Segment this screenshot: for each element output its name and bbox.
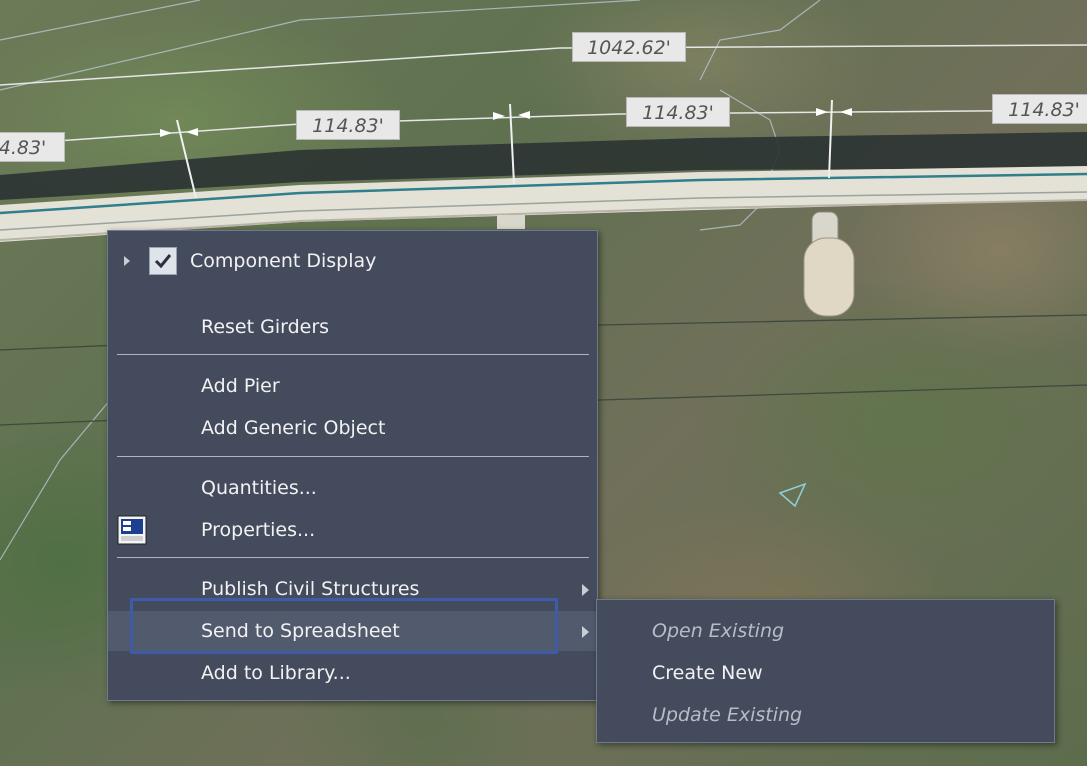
menu-item-label: Open Existing [652, 620, 785, 642]
submenu-arrow-icon [582, 584, 589, 596]
menu-item-label: Update Existing [652, 704, 803, 726]
span-dimension-label: 114.83' [992, 94, 1087, 124]
menu-separator [117, 456, 589, 457]
cursor-marker-icon [778, 482, 807, 508]
menu-separator [117, 354, 589, 355]
span-dimension-label-left: 4.83' [0, 132, 65, 162]
dimension-arrow [840, 108, 852, 116]
menu-item-add-pier[interactable]: Add Pier [108, 366, 597, 406]
checkbox-checked-icon[interactable] [149, 247, 177, 275]
menu-item-label: Properties... [201, 519, 316, 541]
menu-item-properties[interactable]: Properties... [108, 510, 597, 550]
menu-item-label: Quantities... [201, 477, 317, 499]
expand-arrow-icon[interactable] [124, 256, 130, 266]
properties-icon [117, 515, 147, 545]
menu-separator [117, 557, 589, 558]
menu-item-add-to-library[interactable]: Add to Library... [108, 653, 597, 693]
menu-item-label: Component Display [190, 250, 377, 272]
menu-item-label: Send to Spreadsheet [201, 620, 400, 642]
pier-footing [803, 211, 855, 317]
menu-item-add-generic-object[interactable]: Add Generic Object [108, 408, 597, 448]
span-dimension-label: 114.83' [626, 97, 730, 127]
submenu-item-create-new[interactable]: Create New [597, 653, 1054, 693]
menu-item-send-to-spreadsheet[interactable]: Send to Spreadsheet [108, 611, 597, 651]
parcel-line [0, 0, 201, 41]
submenu-item-update-existing[interactable]: Update Existing [597, 695, 1054, 735]
parcel-line [0, 0, 641, 91]
context-menu: Component Display Reset Girders Add Pier… [107, 230, 598, 701]
span-dimension-label: 114.83' [296, 110, 400, 140]
submenu-arrow-icon [582, 626, 589, 638]
menu-item-label: Reset Girders [201, 316, 330, 338]
dimension-arrow [160, 129, 172, 137]
send-to-spreadsheet-submenu: Open Existing Create New Update Existing [596, 599, 1055, 743]
total-dimension-label: 1042.62' [572, 32, 686, 62]
menu-item-quantities[interactable]: Quantities... [108, 468, 597, 508]
submenu-item-open-existing[interactable]: Open Existing [597, 611, 1054, 651]
dimension-arrow [816, 108, 828, 116]
menu-item-label: Publish Civil Structures [201, 578, 420, 600]
menu-item-component-display[interactable]: Component Display [108, 241, 597, 281]
parcel-line [699, 0, 821, 81]
total-dimension-line [0, 44, 1087, 86]
pier-footing-base [803, 237, 855, 317]
menu-item-label: Add to Library... [201, 662, 351, 684]
menu-item-publish-civil-structures[interactable]: Publish Civil Structures [108, 569, 597, 609]
menu-item-label: Create New [652, 662, 763, 684]
menu-item-label: Add Pier [201, 375, 280, 397]
pier-cap [497, 215, 525, 229]
menu-item-reset-girders[interactable]: Reset Girders [108, 307, 597, 347]
dimension-arrow [186, 128, 198, 136]
menu-item-label: Add Generic Object [201, 417, 386, 439]
dimension-arrow [493, 112, 505, 120]
